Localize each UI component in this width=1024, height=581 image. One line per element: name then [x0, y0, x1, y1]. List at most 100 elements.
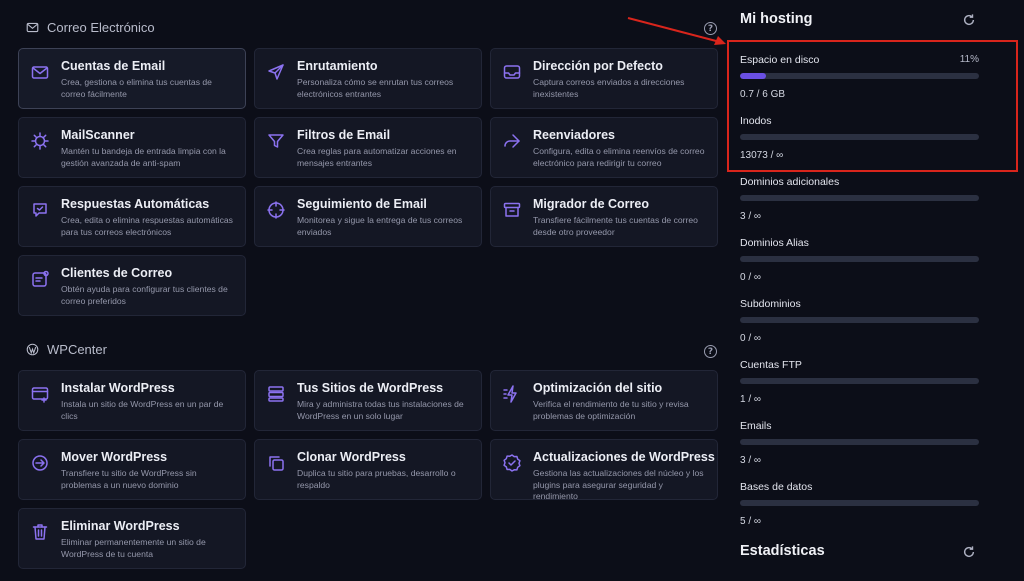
- card-actualizaciones-de-wordpress[interactable]: Actualizaciones de WordPress Gestiona las…: [490, 439, 718, 502]
- card-description: Obtén ayuda para configurar tus clientes…: [61, 284, 228, 306]
- card-description: Mantén tu bandeja de entrada limpia con …: [61, 146, 226, 168]
- card-title: Cuentas de Email: [61, 59, 166, 73]
- stats-title: Estadísticas: [740, 543, 825, 559]
- mail-client-icon: [30, 269, 50, 289]
- card-description: Monitorea y sigue la entrega de tus corr…: [297, 215, 463, 237]
- clone-icon: [266, 453, 286, 473]
- stat-emails: Emails 3 / ∞: [740, 420, 979, 466]
- stat-label: Cuentas FTP: [740, 359, 802, 371]
- card-description: Mira y administra todas tus instalacione…: [297, 399, 464, 421]
- card-title: MailScanner: [61, 128, 135, 142]
- card-tus-sitios-de-wordpress[interactable]: Tus Sitios de WordPress Mira y administra…: [254, 370, 482, 431]
- card-description: Transfiere tu sitio de WordPress sin pro…: [61, 468, 197, 490]
- card-description: Personaliza cómo se enrutan tus correos …: [297, 77, 454, 99]
- card-description: Crea reglas para automatizar acciones en…: [297, 146, 457, 168]
- refresh-icon[interactable]: [962, 13, 976, 27]
- wp-section-header: WPCenter: [26, 342, 107, 357]
- card-description: Verifica el rendimiento de tu sitio y re…: [533, 399, 689, 421]
- filter-icon: [266, 131, 286, 151]
- card-clonar-wordpress[interactable]: Clonar WordPress Duplica tu sitio para pr…: [254, 439, 482, 500]
- card-title: Migrador de Correo: [533, 197, 649, 211]
- card-instalar-wordpress[interactable]: Instalar WordPress Instala un sitio de Wo…: [18, 370, 246, 431]
- stat-value: 3 / ∞: [740, 211, 762, 222]
- wp-cards-grid: Instalar WordPress Instala un sitio de Wo…: [18, 370, 718, 569]
- badge-check-icon: [502, 453, 522, 473]
- stat-subdominios: Subdominios 0 / ∞: [740, 298, 979, 344]
- card-reenviadores[interactable]: Reenviadores Configura, edita o elimina r…: [490, 117, 718, 178]
- wordpress-icon: [26, 343, 39, 356]
- card-description: Duplica tu sitio para pruebas, desarroll…: [297, 468, 456, 490]
- crosshair-icon: [266, 200, 286, 220]
- card-seguimiento-de-email[interactable]: Seguimiento de Email Monitorea y sigue la…: [254, 186, 482, 247]
- card-description: Gestiona las actualizaciones del núcleo …: [533, 468, 704, 502]
- stat-value: 0 / ∞: [740, 333, 762, 344]
- stat-progress-bar: [740, 317, 979, 323]
- stat-dominios-alias: Dominios Alias 0 / ∞: [740, 237, 979, 283]
- email-section-header: Correo Electrónico: [26, 20, 155, 35]
- card-description: Captura correos enviados a direcciones i…: [533, 77, 685, 99]
- card-title: Seguimiento de Email: [297, 197, 427, 211]
- virus-icon: [30, 131, 50, 151]
- stat-bases-de-datos: Bases de datos 5 / ∞: [740, 481, 979, 527]
- card-cuentas-de-email[interactable]: Cuentas de Email Crea, gestiona o elimina…: [18, 48, 246, 109]
- sites-icon: [266, 384, 286, 404]
- annotation-arrow: [627, 17, 726, 45]
- wp-help-icon[interactable]: ?: [704, 345, 717, 358]
- card-title: Clonar WordPress: [297, 450, 406, 464]
- card-direccion-por-defecto[interactable]: Dirección por Defecto Captura correos env…: [490, 48, 718, 109]
- wp-section-title: WPCenter: [47, 342, 107, 357]
- card-title: Eliminar WordPress: [61, 519, 180, 533]
- card-title: Reenviadores: [533, 128, 615, 142]
- install-icon: [30, 384, 50, 404]
- archive-icon: [502, 200, 522, 220]
- stat-label: Bases de datos: [740, 481, 813, 493]
- envelope-icon: [26, 22, 39, 33]
- email-cards-grid: Cuentas de Email Crea, gestiona o elimina…: [18, 48, 718, 316]
- stat-label: Dominios Alias: [740, 237, 809, 249]
- stat-progress-bar: [740, 195, 979, 201]
- move-icon: [30, 453, 50, 473]
- card-title: Actualizaciones de WordPress: [533, 450, 715, 464]
- stat-progress-bar: [740, 256, 979, 262]
- card-description: Configura, edita o elimina reenvíos de c…: [533, 146, 705, 168]
- card-respuestas-automaticas[interactable]: Respuestas Automáticas Crea, edita o elim…: [18, 186, 246, 247]
- card-title: Enrutamiento: [297, 59, 378, 73]
- card-description: Crea, edita o elimina respuestas automát…: [61, 215, 233, 237]
- stat-value: 5 / ∞: [740, 516, 762, 527]
- card-title: Clientes de Correo: [61, 266, 173, 280]
- card-enrutamiento[interactable]: Enrutamiento Personaliza cómo se enrutan …: [254, 48, 482, 109]
- stat-label: Emails: [740, 420, 772, 432]
- forward-icon: [502, 131, 522, 151]
- card-eliminar-wordpress[interactable]: Eliminar WordPress Eliminar permanentemen…: [18, 508, 246, 569]
- card-description: Eliminar permanentemente un sitio de Wor…: [61, 537, 206, 559]
- inbox-icon: [502, 62, 522, 82]
- card-title: Instalar WordPress: [61, 381, 175, 395]
- stats-refresh-icon[interactable]: [962, 545, 976, 559]
- stat-cuentas-ftp: Cuentas FTP 1 / ∞: [740, 359, 979, 405]
- trash-icon: [30, 522, 50, 542]
- card-clientes-de-correo[interactable]: Clientes de Correo Obtén ayuda para confi…: [18, 255, 246, 316]
- card-mailscanner[interactable]: MailScanner Mantén tu bandeja de entrada …: [18, 117, 246, 178]
- card-mover-wordpress[interactable]: Mover WordPress Transfiere tu sitio de Wo…: [18, 439, 246, 500]
- envelope-icon: [30, 62, 50, 82]
- hosting-title: Mi hosting: [740, 11, 813, 27]
- auto-reply-icon: [30, 200, 50, 220]
- send-icon: [266, 62, 286, 82]
- card-title: Filtros de Email: [297, 128, 391, 142]
- card-migrador-de-correo[interactable]: Migrador de Correo Transfiere fácilmente …: [490, 186, 718, 247]
- email-section-title: Correo Electrónico: [47, 20, 155, 35]
- stat-progress-bar: [740, 439, 979, 445]
- stat-value: 3 / ∞: [740, 455, 762, 466]
- highlight-box: [727, 40, 1018, 172]
- card-filtros-de-email[interactable]: Filtros de Email Crea reglas para automat…: [254, 117, 482, 178]
- stat-progress-bar: [740, 500, 979, 506]
- stat-value: 0 / ∞: [740, 272, 762, 283]
- card-title: Respuestas Automáticas: [61, 197, 210, 211]
- speed-icon: [502, 384, 522, 404]
- card-title: Dirección por Defecto: [533, 59, 663, 73]
- card-title: Tus Sitios de WordPress: [297, 381, 444, 395]
- stat-progress-bar: [740, 378, 979, 384]
- stat-label: Subdominios: [740, 298, 801, 310]
- card-optimizacion-del-sitio[interactable]: Optimización del sitio Verifica el rendim…: [490, 370, 718, 431]
- card-description: Crea, gestiona o elimina tus cuentas de …: [61, 77, 212, 99]
